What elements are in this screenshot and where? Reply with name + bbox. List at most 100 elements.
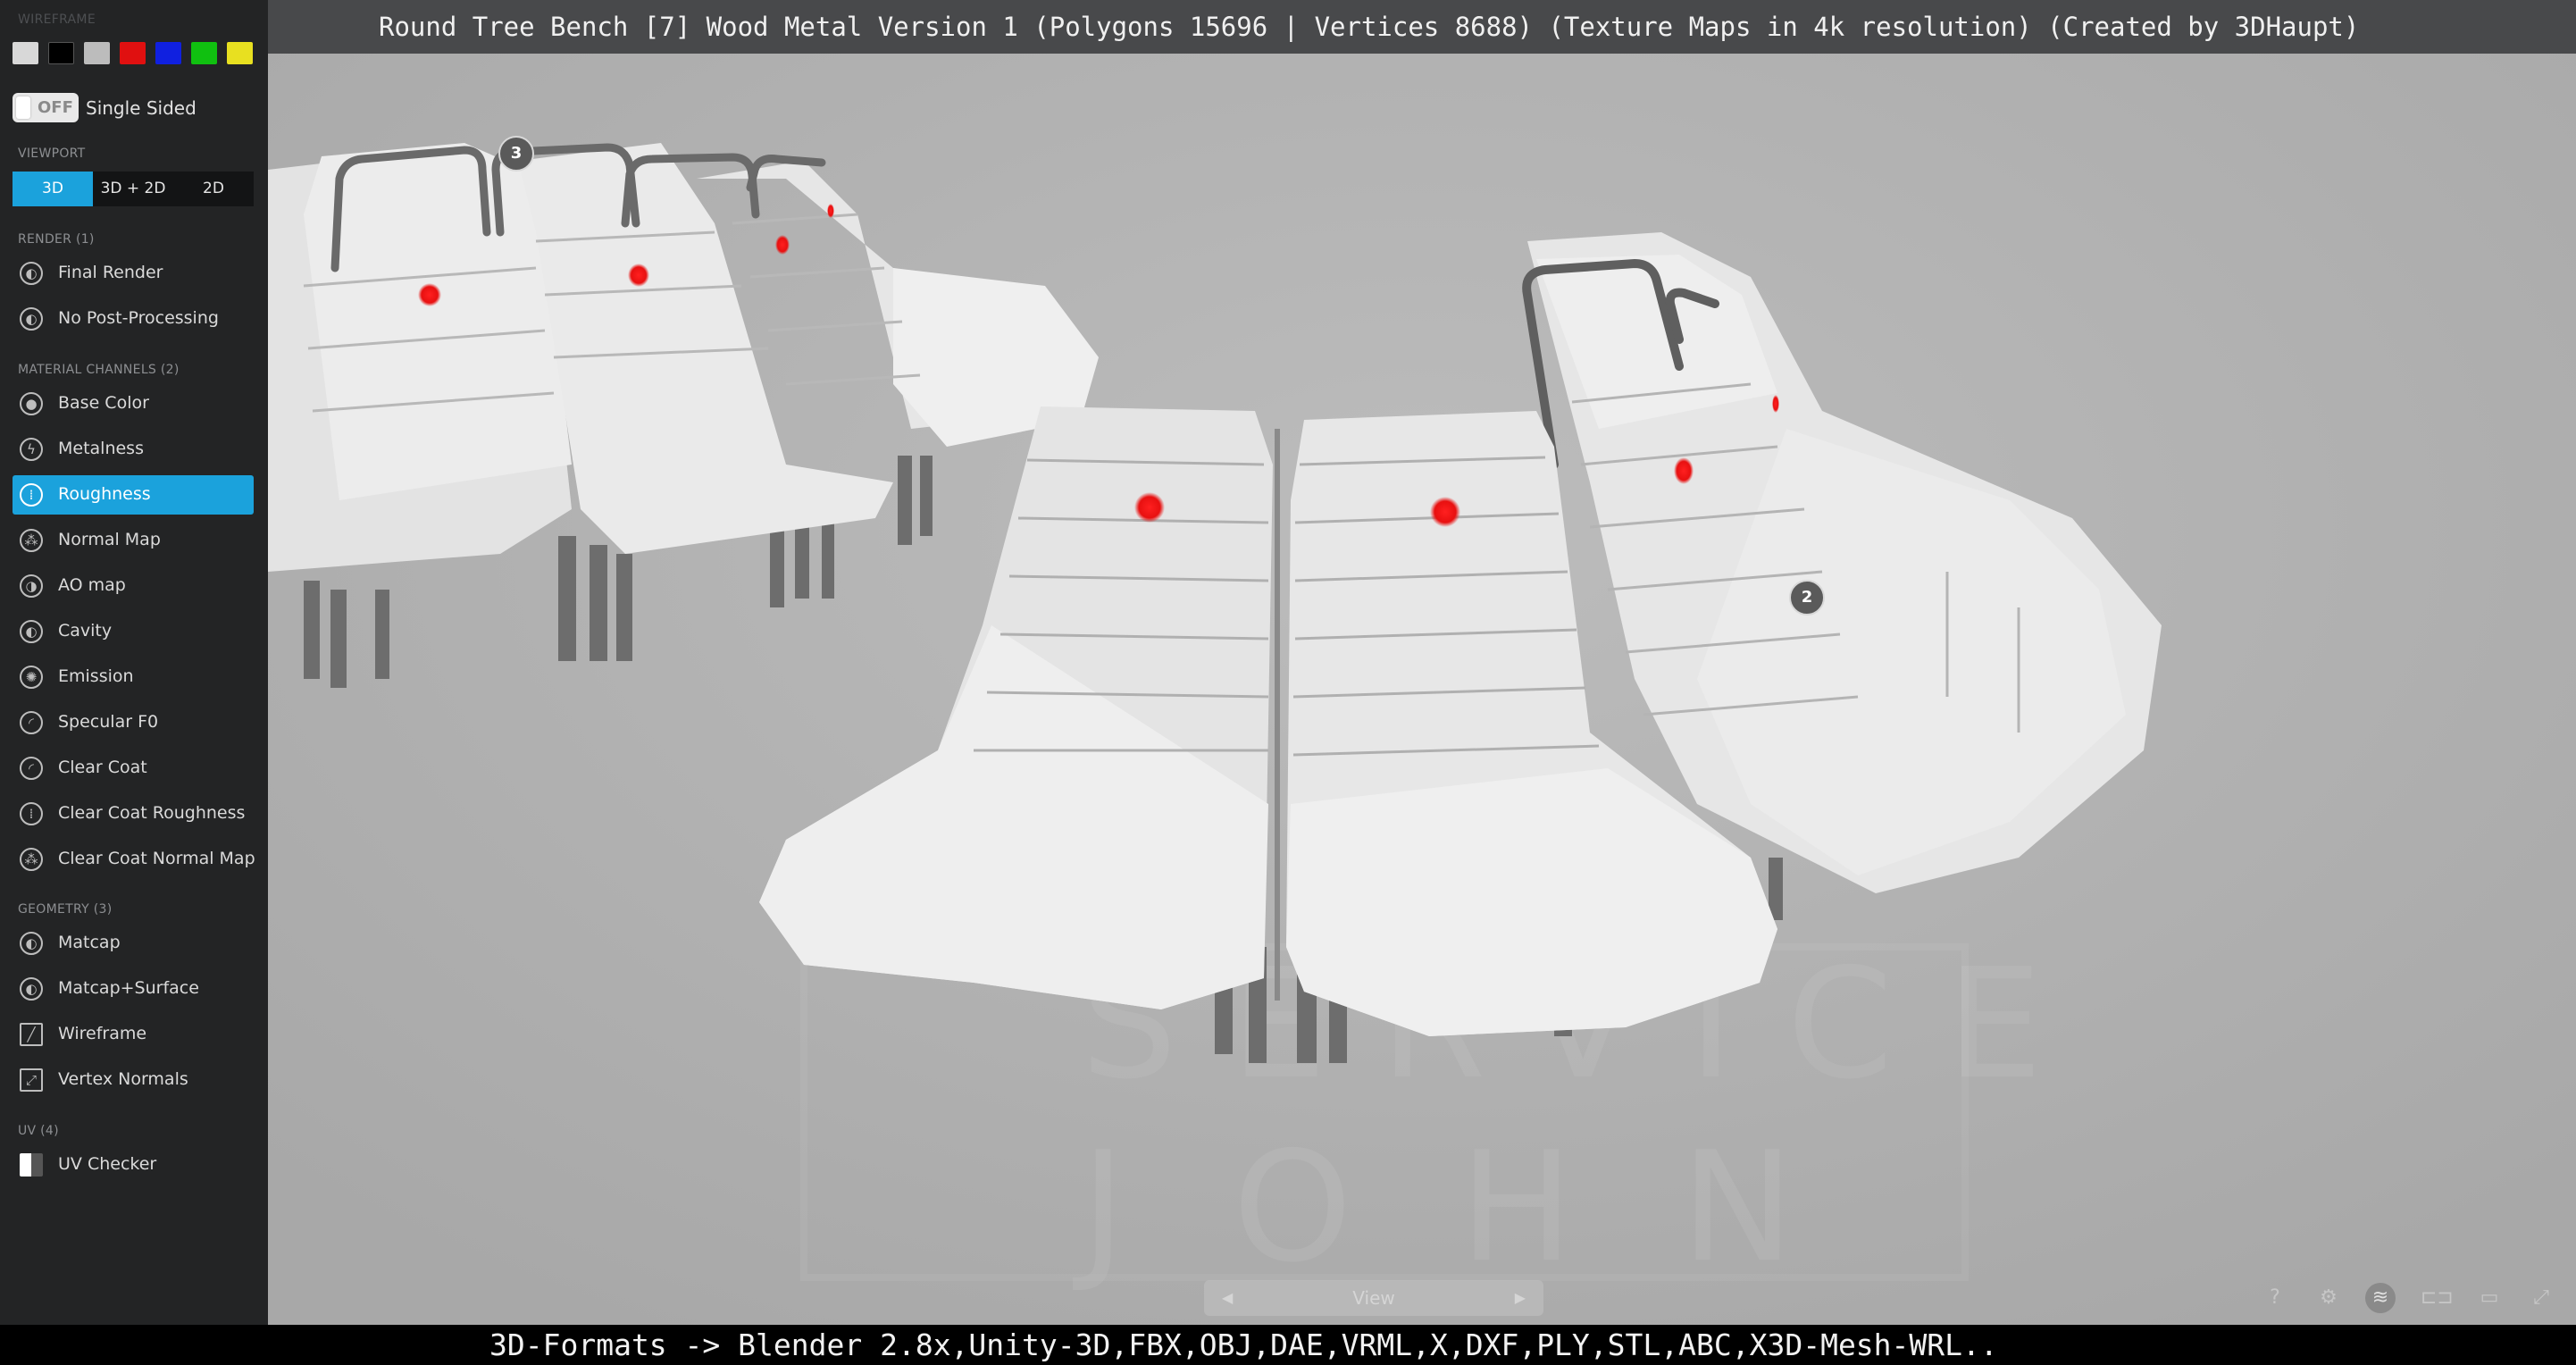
- item-label: Emission: [58, 666, 134, 686]
- chevron-right-icon[interactable]: ▶: [1515, 1280, 1526, 1316]
- swatch-blue[interactable]: [155, 42, 181, 64]
- viewport-mode-3d-2d[interactable]: 3D + 2D: [93, 172, 173, 206]
- uv-section-title: UV (4): [18, 1124, 59, 1138]
- geometry-section-title: GEOMETRY (3): [18, 902, 113, 917]
- cavity-icon: ◐: [20, 620, 43, 643]
- emission-icon: ✺: [20, 666, 43, 689]
- geometry-vertex-normals[interactable]: ⤢ Vertex Normals: [13, 1060, 254, 1100]
- item-label: Matcap+Surface: [58, 978, 199, 998]
- material-section-title: MATERIAL CHANNELS (2): [18, 363, 180, 377]
- item-label: Clear Coat Roughness: [58, 803, 246, 823]
- specular-icon: ◜: [20, 711, 43, 734]
- chevron-left-icon[interactable]: ◀: [1222, 1280, 1233, 1316]
- item-label: Vertex Normals: [58, 1069, 188, 1089]
- geometry-matcap-surface[interactable]: ◐ Matcap+Surface: [13, 969, 254, 1009]
- single-sided-label: Single Sided: [86, 97, 197, 119]
- clear-coat-icon: ◜: [20, 757, 43, 780]
- item-label: Wireframe: [58, 1024, 147, 1043]
- swatch-red[interactable]: [120, 42, 146, 64]
- view-label: View: [1352, 1287, 1395, 1309]
- channel-cavity[interactable]: ◐ Cavity: [13, 612, 254, 651]
- metalness-icon: ϟ: [20, 438, 43, 461]
- item-label: Clear Coat: [58, 758, 147, 777]
- wireframe-icon: ╱: [20, 1023, 43, 1046]
- annotation-dot[interactable]: [775, 235, 790, 255]
- annotation-dot[interactable]: [827, 204, 834, 218]
- annotation-dot[interactable]: [1134, 492, 1165, 523]
- item-label: Clear Coat Normal Map: [58, 849, 255, 868]
- checker-icon: [20, 1153, 43, 1177]
- render-no-post-processing[interactable]: ◐ No Post-Processing: [13, 299, 254, 339]
- channel-clear-coat-normal-map[interactable]: ⁂ Clear Coat Normal Map: [13, 840, 255, 879]
- channel-specular-f0[interactable]: ◜ Specular F0: [13, 703, 254, 742]
- ao-map-icon: ◑: [20, 574, 43, 598]
- clear-coat-normal-map-icon: ⁂: [20, 848, 43, 871]
- vr-icon[interactable]: ⊏⊐: [2421, 1283, 2454, 1313]
- matcap-surface-icon: ◐: [20, 977, 43, 1001]
- model-title: Round Tree Bench [7] Wood Metal Version …: [268, 0, 2576, 54]
- render-final-render[interactable]: ◐ Final Render: [13, 254, 254, 293]
- base-color-icon: ●: [20, 392, 43, 415]
- channel-normal-map[interactable]: ⁂ Normal Map: [13, 521, 254, 560]
- channel-base-color[interactable]: ● Base Color: [13, 384, 254, 423]
- channel-metalness[interactable]: ϟ Metalness: [13, 430, 254, 469]
- sidebar: WIREFRAME OFF Single Sided VIEWPORT 3D 3…: [0, 0, 268, 1325]
- normal-map-icon: ⁂: [20, 529, 43, 552]
- sphere-icon: ◐: [20, 307, 43, 331]
- annotation-dot[interactable]: [1430, 497, 1460, 527]
- viewport-section-title: VIEWPORT: [18, 147, 86, 161]
- item-label: Matcap: [58, 933, 121, 952]
- item-label: Cavity: [58, 621, 113, 641]
- swatch-yellow[interactable]: [227, 42, 253, 64]
- channel-clear-coat-roughness[interactable]: ⁞ Clear Coat Roughness: [13, 794, 254, 833]
- item-label: Base Color: [58, 393, 149, 413]
- sphere-icon: ◐: [20, 262, 43, 285]
- annotation-dot[interactable]: [418, 283, 441, 306]
- swatch-white[interactable]: [13, 42, 38, 64]
- fullscreen-icon[interactable]: ⤢: [2526, 1283, 2556, 1313]
- vertex-normals-icon: ⤢: [20, 1068, 43, 1092]
- swatch-grey[interactable]: [84, 42, 110, 64]
- screen-icon[interactable]: ▭: [2474, 1283, 2505, 1313]
- watermark-text-2: JOHN: [1073, 1119, 1902, 1296]
- swatch-black[interactable]: [48, 42, 74, 64]
- channel-emission[interactable]: ✺ Emission: [13, 657, 254, 697]
- annotation-dot[interactable]: [1772, 395, 1779, 413]
- view-navigation[interactable]: ◀ View ▶: [1204, 1280, 1543, 1316]
- item-label: Roughness: [58, 484, 151, 504]
- wireframe-section-title: WIREFRAME: [18, 13, 96, 27]
- toggle-state: OFF: [38, 98, 73, 117]
- viewport-mode-2d[interactable]: 2D: [173, 172, 254, 206]
- item-label: Metalness: [58, 439, 144, 458]
- roughness-icon: ⁞: [20, 483, 43, 507]
- annotation-dot[interactable]: [628, 264, 649, 287]
- item-label: No Post-Processing: [58, 308, 219, 328]
- item-label: UV Checker: [58, 1154, 157, 1174]
- hotspot-2[interactable]: 2: [1789, 580, 1825, 616]
- annotation-dot[interactable]: [1674, 457, 1694, 484]
- help-icon[interactable]: ?: [2260, 1283, 2290, 1313]
- hotspot-3[interactable]: 3: [498, 136, 534, 172]
- settings-icon[interactable]: ⚙: [2313, 1283, 2344, 1313]
- single-sided-toggle[interactable]: OFF: [13, 93, 79, 122]
- matcap-icon: ◐: [20, 932, 43, 955]
- geometry-matcap[interactable]: ◐ Matcap: [13, 924, 254, 963]
- channel-roughness[interactable]: ⁞ Roughness: [13, 475, 254, 515]
- clear-coat-roughness-icon: ⁞: [20, 802, 43, 825]
- toggle-knob: [16, 96, 30, 119]
- item-label: Normal Map: [58, 530, 161, 549]
- geometry-wireframe[interactable]: ╱ Wireframe: [13, 1015, 254, 1054]
- channel-clear-coat[interactable]: ◜ Clear Coat: [13, 749, 254, 788]
- item-label: Final Render: [58, 263, 163, 282]
- channel-ao-map[interactable]: ◑ AO map: [13, 566, 254, 606]
- uv-checker[interactable]: UV Checker: [13, 1145, 254, 1185]
- layers-icon[interactable]: ≋: [2365, 1283, 2396, 1313]
- item-label: Specular F0: [58, 712, 159, 732]
- 3d-viewport[interactable]: SERVICE JOHN: [268, 0, 2576, 1325]
- render-section-title: RENDER (1): [18, 232, 95, 247]
- item-label: AO map: [58, 575, 126, 595]
- bench-model-render[interactable]: SERVICE JOHN: [268, 0, 2576, 1325]
- viewport-mode-3d[interactable]: 3D: [13, 172, 93, 206]
- swatch-green[interactable]: [191, 42, 217, 64]
- formats-banner: 3D-Formats -> Blender 2.8x,Unity-3D,FBX,…: [0, 1325, 2576, 1365]
